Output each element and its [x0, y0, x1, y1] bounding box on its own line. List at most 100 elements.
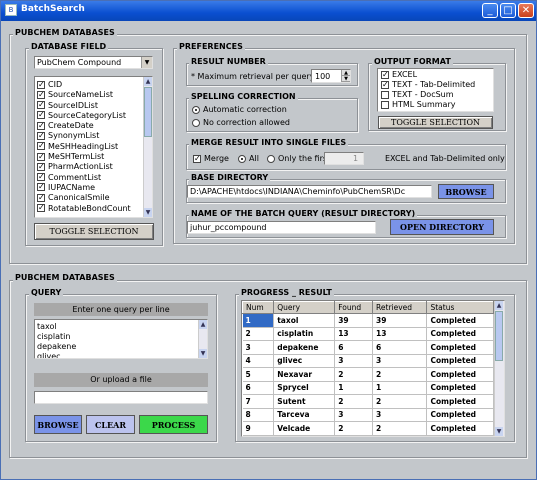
checkmark-icon[interactable]: ✓ — [37, 90, 45, 99]
close-icon[interactable]: ✕ — [518, 3, 534, 18]
field-list-scrollbar[interactable]: ▲ ▼ — [143, 77, 152, 217]
all-radio[interactable]: All — [238, 154, 259, 163]
query-textarea[interactable]: taxol cisplatin depakene glivec ▲ ▼ — [34, 319, 208, 359]
scroll-up-icon[interactable]: ▲ — [199, 320, 207, 329]
table-row[interactable]: 5 Nexavar 2 2 Completed — [242, 367, 494, 382]
table-cell: 3 — [372, 408, 428, 422]
upload-file-input[interactable] — [34, 391, 208, 404]
field-item[interactable]: ✓ MeSHHeadingList — [35, 142, 152, 152]
table-cell: 2 — [242, 327, 275, 341]
checkmark-icon[interactable]: ✓ — [37, 204, 45, 213]
field-item[interactable]: ✓ CID — [35, 80, 152, 90]
table-row[interactable]: 3 depakene 6 6 Completed — [242, 340, 494, 355]
field-item[interactable]: ✓ CreateDate — [35, 121, 152, 131]
scroll-down-icon[interactable]: ▼ — [495, 427, 503, 436]
column-header[interactable]: Found — [334, 301, 374, 314]
field-item[interactable]: ✓ IUPACName — [35, 183, 152, 193]
scroll-down-icon[interactable]: ▼ — [199, 349, 207, 358]
scroll-up-icon[interactable]: ▲ — [495, 301, 503, 310]
checkbox-icon[interactable] — [381, 90, 389, 99]
table-row[interactable]: 1 taxol 39 39 Completed — [242, 313, 494, 328]
checkbox-icon[interactable]: ✓ — [381, 70, 389, 79]
radio-on-icon[interactable] — [238, 154, 246, 163]
field-item[interactable]: ✓ SourceIDList — [35, 101, 152, 111]
max-retrieval-input[interactable]: 100 ▲ ▼ — [311, 69, 351, 83]
minimize-icon[interactable]: _ — [482, 3, 498, 18]
field-list[interactable]: ✓ CID ✓ SourceNameList ✓ SourceIDList ✓ SourceC… — [34, 76, 153, 218]
table-row[interactable]: 4 glivec 3 3 Completed — [242, 354, 494, 368]
results-table-frame[interactable]: Num Query Found Retrieved Status 1 taxol 39 39 C… — [241, 300, 505, 437]
checkmark-icon[interactable]: ✓ — [37, 173, 45, 182]
base-dir-input[interactable]: D:\APACHE\htdocs\INDIANA\Cheminfo\PubChe… — [187, 185, 432, 198]
checkmark-icon[interactable]: ✓ — [37, 121, 45, 130]
checkmark-icon[interactable]: ✓ — [37, 111, 45, 120]
output-toggle-button[interactable]: TOGGLE SELECTION — [378, 116, 493, 129]
table-cell: 6 — [372, 340, 428, 355]
table-cell: Completed — [426, 340, 494, 355]
table-cell: 1 — [334, 381, 374, 395]
auto-correction-radio[interactable]: Automatic correction — [192, 105, 287, 114]
column-header[interactable]: Status — [426, 301, 494, 314]
field-item[interactable]: ✓ MeSHTermList — [35, 152, 152, 162]
table-row[interactable]: 6 Sprycel 1 1 Completed — [242, 381, 494, 395]
radio-on-icon[interactable] — [192, 105, 200, 114]
table-row[interactable]: 2 cisplatin 13 13 Completed — [242, 327, 494, 341]
process-button[interactable]: PROCESS — [139, 415, 208, 434]
enter-query-header: Enter one query per line — [34, 303, 208, 316]
checkmark-icon[interactable]: ✓ — [37, 142, 45, 151]
checkmark-icon[interactable]: ✓ — [37, 80, 45, 89]
field-item[interactable]: ✓ PharmActionList — [35, 162, 152, 172]
radio-off-icon[interactable] — [192, 118, 200, 127]
output-format-list[interactable]: ✓ EXCEL ✓ TEXT - Tab-Delimited TEXT - DocSum… — [377, 68, 494, 112]
checkmark-icon[interactable]: ✓ — [37, 152, 45, 161]
table-row[interactable]: 8 Tarceva 3 3 Completed — [242, 408, 494, 422]
checkmark-icon[interactable]: ✓ — [37, 101, 45, 110]
base-dir-browse-button[interactable]: BROWSE — [438, 184, 494, 199]
checkmark-icon[interactable]: ✓ — [37, 131, 45, 140]
scroll-thumb[interactable] — [144, 87, 152, 137]
checkmark-icon[interactable]: ✓ — [193, 154, 201, 163]
scroll-up-icon[interactable]: ▲ — [144, 77, 152, 86]
column-header[interactable]: Retrieved — [372, 301, 428, 314]
only-first-input[interactable]: 1 — [324, 152, 364, 165]
radio-off-icon[interactable] — [267, 154, 275, 163]
output-option[interactable]: TEXT - DocSum — [381, 90, 493, 100]
maximize-icon[interactable]: □ — [500, 3, 516, 18]
scroll-thumb[interactable] — [495, 311, 503, 361]
max-retrieval-spinner[interactable]: ▲ ▼ — [341, 70, 350, 82]
checkmark-icon[interactable]: ✓ — [37, 193, 45, 202]
field-item[interactable]: ✓ SynonymList — [35, 131, 152, 141]
table-row[interactable]: 7 Sutent 2 2 Completed — [242, 394, 494, 409]
table-row[interactable]: 9 Velcade 2 2 Completed — [242, 421, 494, 436]
merge-checkbox[interactable]: ✓ Merge — [193, 154, 229, 163]
app-window: B BatchSearch _ □ ✕ PUBCHEM DATABASES DA… — [0, 0, 537, 480]
query-browse-button[interactable]: BROWSE — [34, 415, 82, 434]
scroll-down-icon[interactable]: ▼ — [144, 208, 152, 217]
column-header[interactable]: Num — [242, 301, 275, 314]
open-directory-button[interactable]: OPEN DIRECTORY — [390, 219, 494, 235]
query-scrollbar[interactable]: ▲ ▼ — [198, 320, 207, 358]
clear-button[interactable]: CLEAR — [86, 415, 135, 434]
only-first-radio[interactable]: Only the first — [267, 154, 330, 163]
table-cell: Completed — [426, 354, 494, 368]
database-select[interactable]: PubChem Compound ▼ — [34, 56, 153, 69]
results-scrollbar[interactable]: ▲ ▼ — [494, 301, 504, 436]
checkmark-icon[interactable]: ✓ — [37, 162, 45, 171]
column-header[interactable]: Query — [273, 301, 336, 314]
field-item[interactable]: ✓ RotatableBondCount — [35, 204, 152, 214]
field-toggle-button[interactable]: TOGGLE SELECTION — [34, 223, 154, 240]
chevron-down-icon[interactable]: ▼ — [141, 57, 152, 68]
field-item[interactable]: ✓ CommentList — [35, 173, 152, 183]
field-item[interactable]: ✓ SourceNameList — [35, 90, 152, 100]
field-item[interactable]: ✓ CanonicalSmile — [35, 193, 152, 203]
checkmark-icon[interactable]: ✓ — [37, 183, 45, 192]
checkbox-icon[interactable] — [381, 100, 389, 109]
title-bar[interactable]: B BatchSearch _ □ ✕ — [1, 1, 536, 21]
field-item[interactable]: ✓ SourceCategoryList — [35, 111, 152, 121]
output-option[interactable]: ✓ TEXT - Tab-Delimited — [381, 80, 493, 90]
output-option[interactable]: HTML Summary — [381, 100, 493, 110]
batch-name-input[interactable]: juhur_pccompound — [187, 221, 376, 234]
no-correction-radio[interactable]: No correction allowed — [192, 118, 290, 127]
checkbox-icon[interactable]: ✓ — [381, 80, 389, 89]
output-option[interactable]: ✓ EXCEL — [381, 70, 493, 80]
